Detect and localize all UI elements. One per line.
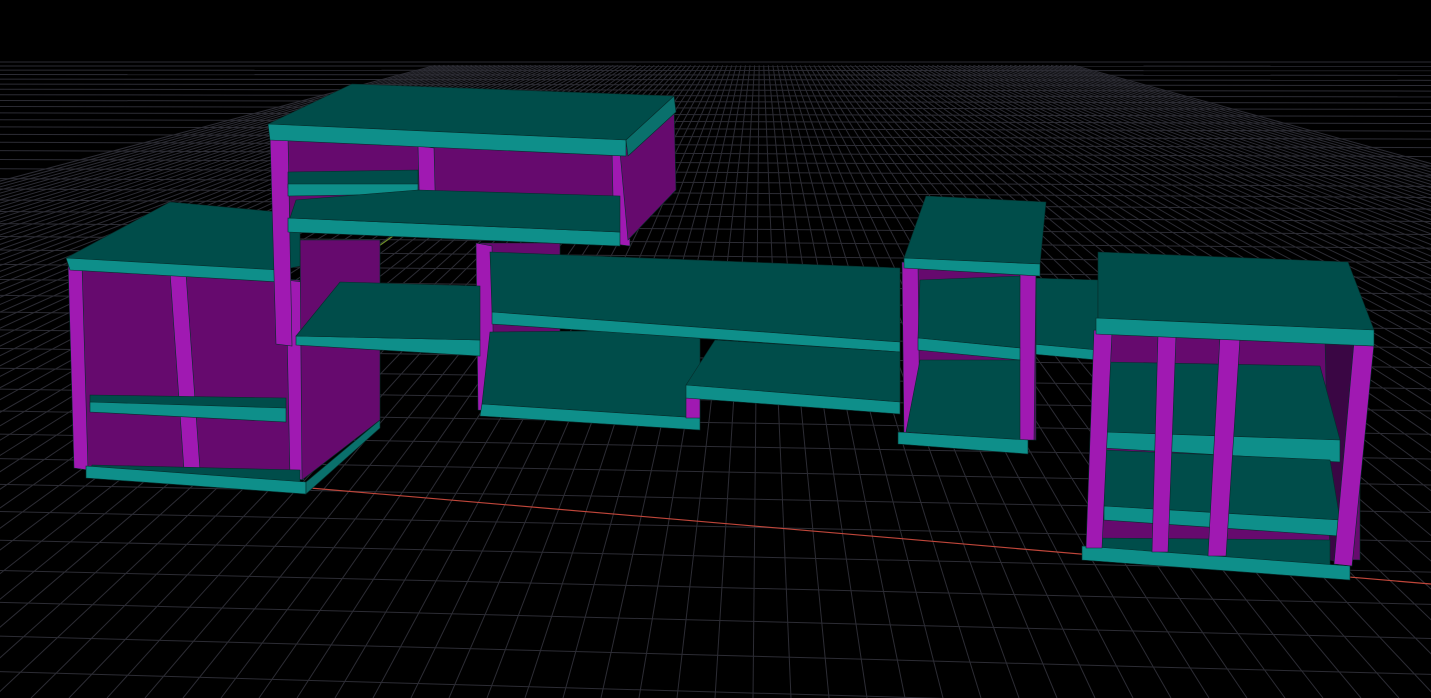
shelf-top: [905, 359, 1021, 441]
side-panel: [299, 239, 381, 481]
3d-viewport[interactable]: [0, 0, 1431, 698]
shelf-top: [1097, 251, 1375, 331]
tall-narrow-module[interactable]: [897, 195, 1047, 455]
left-cube-module[interactable]: [65, 201, 381, 495]
grid-line: [0, 569, 1431, 605]
grid-line: [0, 601, 1431, 639]
grid-line: [0, 88, 1431, 92]
3d-scene[interactable]: [0, 0, 1431, 698]
shelf-top: [1029, 277, 1099, 351]
grid-line: [0, 635, 1431, 675]
grid-line: [0, 99, 1431, 104]
shelf-top: [903, 195, 1047, 265]
divider-panel: [685, 397, 701, 419]
grid-line: [0, 74, 1431, 76]
side-panel: [1017, 269, 1037, 441]
shelf-top: [481, 329, 701, 419]
right-cube-module[interactable]: [1081, 251, 1375, 581]
grid-line: [0, 78, 1431, 81]
grid-line: [0, 83, 1431, 87]
shelf-top: [917, 275, 1021, 349]
